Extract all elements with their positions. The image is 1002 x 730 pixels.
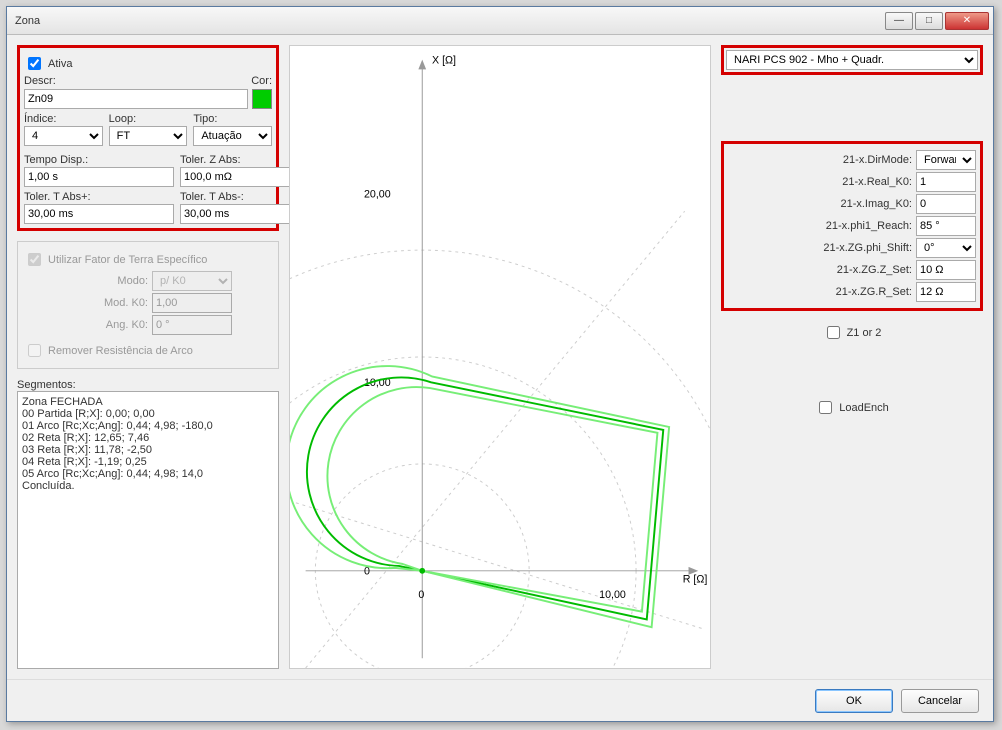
close-button[interactable]: ✕ <box>945 12 989 30</box>
modk0-input <box>152 293 232 313</box>
param-input[interactable] <box>916 216 976 236</box>
param-row: 21-x.Real_K0: <box>728 172 976 192</box>
modk0-label: Mod. K0: <box>104 297 148 309</box>
zone-config-box: Ativa Descr: Cor: Índice: 4 Loop: <box>17 45 279 231</box>
z1or2-checkbox[interactable] <box>827 326 840 339</box>
param-label: 21-x.Real_K0: <box>842 176 912 188</box>
modo-label: Modo: <box>117 275 148 287</box>
tempo-disp-label: Tempo Disp.: <box>24 154 174 166</box>
z1or2-row: Z1 or 2 <box>721 323 983 342</box>
param-row: 21-x.ZG.phi_Shift: 0° <box>728 238 976 258</box>
param-row: 21-x.ZG.R_Set: <box>728 282 976 302</box>
color-swatch[interactable] <box>252 89 272 109</box>
param-label: 21-x.Imag_K0: <box>840 198 912 210</box>
param-row: 21-x.DirMode: Forward <box>728 150 976 170</box>
param-row: 21-x.phi1_Reach: <box>728 216 976 236</box>
ativa-label: Ativa <box>48 58 72 70</box>
indice-label: Índice: <box>24 113 103 125</box>
relay-model-select[interactable]: NARI PCS 902 - Mho + Quadr. <box>726 50 978 70</box>
segments-textarea[interactable]: Zona FECHADA 00 Partida [R;X]: 0,00; 0,0… <box>17 391 279 669</box>
params-box: 21-x.DirMode: Forward 21-x.Real_K0: 21-x.Im… <box>721 141 983 311</box>
r-axis-label: R [Ω] <box>683 573 708 585</box>
xtick-10: 10,00 <box>599 589 626 601</box>
loadench-checkbox[interactable] <box>819 401 832 414</box>
angk0-input <box>152 315 232 335</box>
remover-label: Remover Resistência de Arco <box>48 345 193 357</box>
param-label: 21-x.ZG.Z_Set: <box>837 264 912 276</box>
tempo-disp-input[interactable] <box>24 167 174 187</box>
param-label: 21-x.ZG.R_Set: <box>836 286 912 298</box>
tipo-label: Tipo: <box>193 113 272 125</box>
param-input[interactable]: Forward <box>916 150 976 170</box>
relay-model-box: NARI PCS 902 - Mho + Quadr. <box>721 45 983 75</box>
ativa-checkbox[interactable] <box>28 57 41 70</box>
zona-window: Zona — □ ✕ Ativa Descr: Cor: <box>6 6 994 722</box>
titlebar: Zona — □ ✕ <box>7 7 993 35</box>
left-panel: Ativa Descr: Cor: Índice: 4 Loop: <box>17 45 279 669</box>
remover-checkbox <box>28 344 41 357</box>
param-input[interactable] <box>916 172 976 192</box>
angk0-label: Ang. K0: <box>106 319 148 331</box>
window-buttons: — □ ✕ <box>885 12 989 30</box>
minimize-button[interactable]: — <box>885 12 913 30</box>
cancel-button[interactable]: Cancelar <box>901 689 979 713</box>
footer: OK Cancelar <box>7 679 993 721</box>
ok-button[interactable]: OK <box>815 689 893 713</box>
right-panel: NARI PCS 902 - Mho + Quadr. 21-x.DirMode… <box>721 45 983 669</box>
param-input[interactable] <box>916 282 976 302</box>
ytick-20: 20,00 <box>364 189 391 201</box>
x-axis-label: X [Ω] <box>432 54 456 66</box>
indice-select[interactable]: 4 <box>24 126 103 146</box>
modo-select: p/ K0 <box>152 271 232 291</box>
param-input[interactable] <box>916 260 976 280</box>
toler-tabsp-label: Toler. T Abs+: <box>24 191 174 203</box>
z1or2-label: Z1 or 2 <box>847 327 882 339</box>
loop-label: Loop: <box>109 113 188 125</box>
loadench-row: LoadEnch <box>721 398 983 417</box>
cor-label: Cor: <box>251 75 272 87</box>
fator-terra-fieldset: Utilizar Fator de Terra Específico Modo:… <box>17 241 279 369</box>
chart-panel: X [Ω] R [Ω] 20,00 10,00 0 <box>289 45 711 669</box>
param-row: 21-x.ZG.Z_Set: <box>728 260 976 280</box>
param-row: 21-x.Imag_K0: <box>728 194 976 214</box>
descr-input[interactable] <box>24 89 248 109</box>
loop-select[interactable]: FT <box>109 126 188 146</box>
segmentos-label: Segmentos: <box>17 379 279 391</box>
content-area: Ativa Descr: Cor: Índice: 4 Loop: <box>7 35 993 679</box>
xtick-0: 0 <box>418 589 424 601</box>
param-label: 21-x.DirMode: <box>843 154 912 166</box>
param-label: 21-x.phi1_Reach: <box>826 220 912 232</box>
toler-tabsp-input[interactable] <box>24 204 174 224</box>
tipo-select[interactable]: Atuação <box>193 126 272 146</box>
descr-label: Descr: <box>24 75 247 87</box>
window-title: Zona <box>15 15 885 27</box>
fator-terra-label: Utilizar Fator de Terra Específico <box>48 254 207 266</box>
rx-chart: X [Ω] R [Ω] 20,00 10,00 0 <box>290 46 710 668</box>
maximize-button[interactable]: □ <box>915 12 943 30</box>
param-input[interactable] <box>916 194 976 214</box>
fator-terra-checkbox <box>28 253 41 266</box>
loadench-label: LoadEnch <box>839 402 889 414</box>
param-label: 21-x.ZG.phi_Shift: <box>823 242 912 254</box>
param-input[interactable]: 0° <box>916 238 976 258</box>
